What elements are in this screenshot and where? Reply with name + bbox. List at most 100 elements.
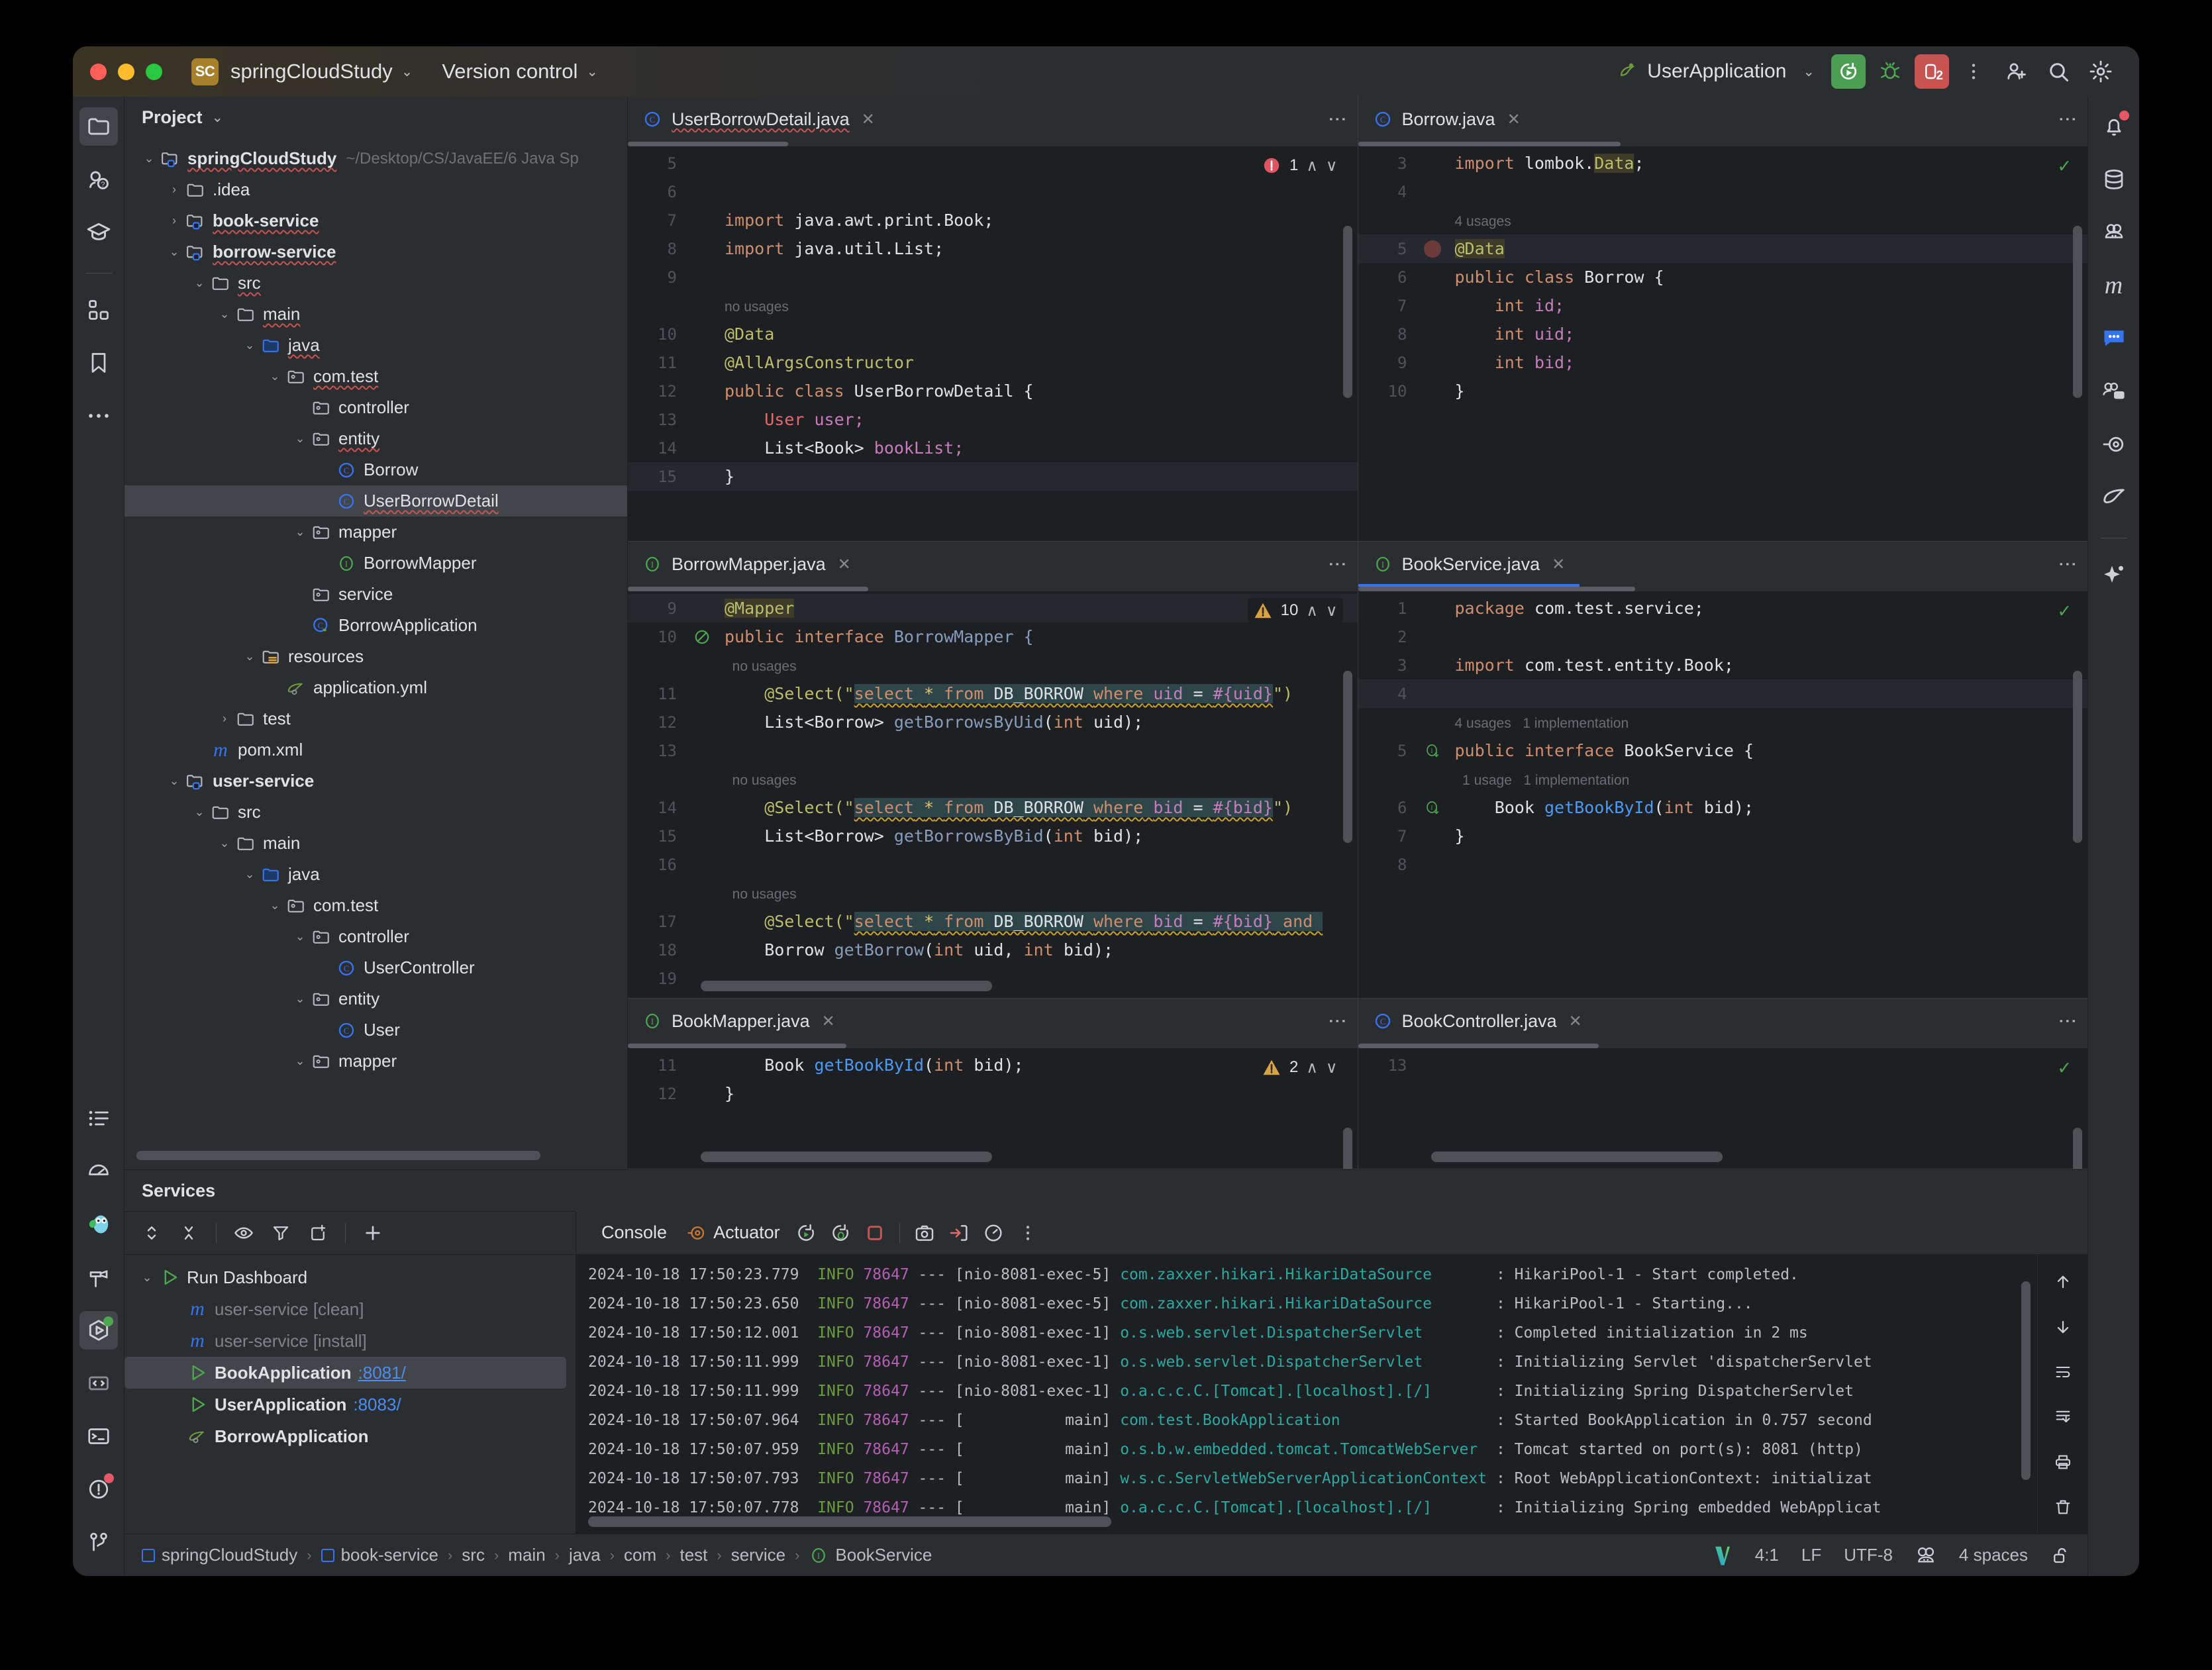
rerun-button[interactable]	[791, 1218, 821, 1248]
window-controls[interactable]	[90, 63, 162, 80]
sidebar-item-more[interactable]	[79, 397, 118, 435]
code-area[interactable]: 3 import lombok.Data; 4 4 usages 5 @Data 6 publ…	[1358, 146, 2087, 541]
tree-twisty-icon[interactable]: ›	[164, 214, 184, 228]
project-tree[interactable]: ⌄ springCloudStudy ~/Desktop/CS/JavaEE/6 J…	[125, 138, 627, 1169]
previous-problem-icon[interactable]: ∧	[1306, 601, 1318, 620]
console-output[interactable]: 2024-10-18 17:50:23.779 INFO 78647 --- […	[576, 1255, 2037, 1534]
editor-vertical-scrollbar[interactable]	[2073, 1128, 2082, 1169]
console-vertical-scrollbar[interactable]	[2021, 1281, 2031, 1480]
tree-twisty-icon[interactable]: ⌄	[240, 650, 260, 663]
editor-options-kebab-icon[interactable]: ⋮	[1328, 555, 1348, 573]
close-window-button[interactable]	[90, 63, 107, 80]
sidebar-item-notifications[interactable]	[2095, 107, 2133, 146]
tree-item-borrow[interactable]: C Borrow	[125, 454, 627, 485]
service-item-run-dashboard[interactable]: ⌄ Run Dashboard	[125, 1261, 576, 1293]
tree-item-controller[interactable]: controller	[125, 392, 627, 423]
breadcrumb-item-book-service[interactable]: book-service	[321, 1545, 438, 1565]
tree-item-user[interactable]: C User	[125, 1014, 627, 1046]
print-button[interactable]	[2048, 1447, 2078, 1477]
add-service-button[interactable]	[358, 1218, 388, 1248]
soft-wrap-button[interactable]	[2048, 1357, 2078, 1387]
tree-item-src[interactable]: ⌄ src	[125, 268, 627, 299]
console-more-button[interactable]	[1013, 1218, 1043, 1248]
sidebar-item-bean-validation[interactable]	[2095, 213, 2133, 252]
new-tab-button[interactable]	[303, 1218, 333, 1248]
sidebar-item-ai-chat[interactable]	[2095, 319, 2133, 358]
line-separator[interactable]: LF	[1801, 1545, 1821, 1565]
scroll-to-end-button[interactable]	[2048, 1402, 2078, 1432]
close-icon[interactable]: ✕	[1569, 1012, 1582, 1031]
tree-twisty-icon[interactable]: ⌄	[290, 432, 310, 446]
close-icon[interactable]: ✕	[838, 555, 851, 574]
show-services-button[interactable]	[228, 1218, 259, 1248]
close-icon[interactable]: ✕	[1552, 555, 1565, 574]
export-button[interactable]	[944, 1218, 974, 1248]
run-configuration-selector[interactable]: UserApplication ⌄	[1617, 60, 1815, 83]
editor-vertical-scrollbar[interactable]	[1342, 1128, 1352, 1169]
project-name-label[interactable]: springCloudStudy	[230, 60, 393, 83]
editor-horizontal-scrollbar[interactable]	[628, 142, 1358, 146]
tree-twisty-icon[interactable]: ⌄	[290, 525, 310, 539]
chevron-down-icon[interactable]: ⌄	[586, 64, 598, 80]
editor-horizontal-scrollbar[interactable]	[1358, 587, 2087, 591]
tree-twisty-icon[interactable]: ⌄	[240, 867, 260, 881]
tree-item-borrowmapper[interactable]: I BorrowMapper	[125, 548, 627, 579]
tree-item-usercontroller[interactable]: C UserController	[125, 952, 627, 983]
run-button[interactable]	[1831, 54, 1866, 89]
minimize-window-button[interactable]	[118, 63, 134, 80]
sidebar-item-project[interactable]	[79, 107, 118, 146]
settings-button[interactable]	[2084, 54, 2118, 89]
screenshot-button[interactable]	[909, 1218, 940, 1248]
tree-twisty-icon[interactable]: ⌄	[240, 338, 260, 352]
tab-actuator[interactable]: Actuator	[713, 1222, 780, 1243]
sidebar-item-spring[interactable]	[2095, 478, 2133, 516]
editor-horizontal-scrollbar[interactable]	[628, 1044, 1358, 1048]
tab-user-borrow-detail[interactable]: C UserBorrowDetail.java ✕	[628, 97, 889, 142]
file-encoding[interactable]: UTF-8	[1844, 1545, 1893, 1565]
breadcrumb-item-main[interactable]: main	[508, 1545, 545, 1565]
editor-options-kebab-icon[interactable]: ⋮	[2058, 1012, 2078, 1030]
search-everywhere-button[interactable]	[2041, 54, 2076, 89]
service-item-user-service-clean[interactable]: m user-service [clean]	[125, 1293, 576, 1325]
tree-item-controller[interactable]: ⌄ controller	[125, 921, 627, 952]
inspection-widget[interactable]: 2 ∧ ∨	[1256, 1055, 1343, 1080]
tree-item-entity[interactable]: ⌄ entity	[125, 983, 627, 1014]
tab-console[interactable]: Console	[592, 1222, 676, 1243]
tree-twisty-icon[interactable]: ⌄	[136, 1271, 158, 1285]
stop-button[interactable]: 2	[1915, 54, 1949, 89]
chevron-down-icon[interactable]: ⌄	[401, 64, 413, 80]
code-horizontal-scrollbar[interactable]	[701, 1152, 992, 1162]
tree-twisty-icon[interactable]: ⌄	[215, 836, 234, 850]
next-problem-icon[interactable]: ∨	[1326, 156, 1338, 175]
no-problems-check-icon[interactable]: ✓	[2058, 1056, 2070, 1079]
editor-vertical-scrollbar[interactable]	[2073, 671, 2082, 843]
tree-item-mapper[interactable]: ⌄ mapper	[125, 1046, 627, 1077]
tab-book-mapper[interactable]: I BookMapper.java ✕	[628, 999, 850, 1044]
editor-vertical-scrollbar[interactable]	[1342, 671, 1352, 843]
service-item-user-service-install[interactable]: m user-service [install]	[125, 1325, 576, 1357]
indent-setting[interactable]: 4 spaces	[1959, 1545, 2028, 1565]
filter-button[interactable]	[266, 1218, 296, 1248]
services-tree[interactable]: ⌄ Run Dashboard m user-service [clean] m user…	[125, 1255, 576, 1534]
version-control-menu[interactable]: Version control	[442, 60, 578, 83]
tab-borrow-mapper[interactable]: I BorrowMapper.java ✕	[628, 542, 866, 587]
sidebar-item-terminal[interactable]	[79, 1417, 118, 1455]
inspection-widget[interactable]: 1 ∧ ∨	[1256, 153, 1343, 178]
chevron-down-icon[interactable]: ⌄	[212, 109, 224, 126]
code-area[interactable]: 5 6 7 import java.awt.print.Book; 8 import ja…	[628, 146, 1358, 541]
tree-item-java[interactable]: ⌄ java	[125, 859, 627, 890]
sidebar-item-meet-new[interactable]	[2095, 372, 2133, 411]
editor-options-kebab-icon[interactable]: ⋮	[2058, 110, 2078, 128]
tree-twisty-icon[interactable]: ⌄	[290, 930, 310, 944]
console-horizontal-scrollbar[interactable]	[588, 1516, 1111, 1527]
sidebar-item-bookmarks[interactable]	[79, 344, 118, 382]
tab-borrow[interactable]: C Borrow.java ✕	[1358, 97, 1535, 142]
tree-twisty-icon[interactable]: ⌄	[215, 307, 234, 321]
tree-twisty-icon[interactable]: ⌄	[290, 992, 310, 1006]
tree-twisty-icon[interactable]: ⌄	[139, 152, 159, 166]
tree-item-java[interactable]: ⌄ java	[125, 330, 627, 361]
editor-options-kebab-icon[interactable]: ⋮	[1328, 1012, 1348, 1030]
editor-horizontal-scrollbar[interactable]	[1358, 142, 2087, 146]
sidebar-item-problems[interactable]	[79, 1364, 118, 1402]
editor-horizontal-scrollbar[interactable]	[628, 587, 1358, 591]
